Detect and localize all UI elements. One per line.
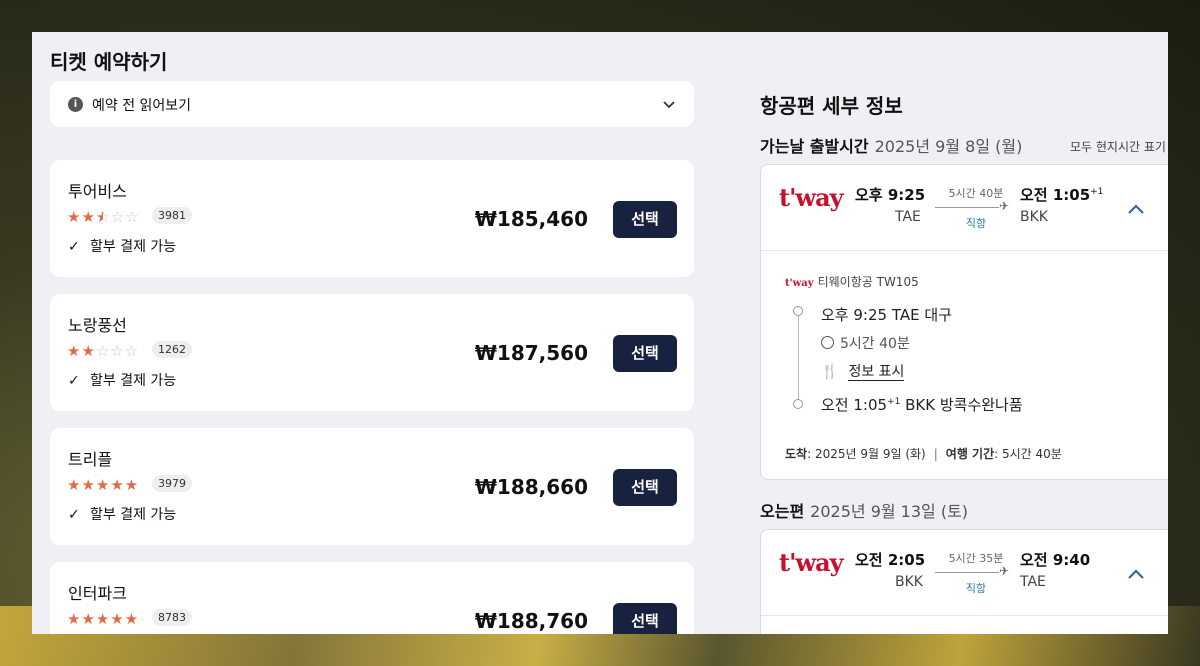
local-time-note: 모두 현지시간 표기 — [1070, 140, 1166, 154]
vendor-name: 투어비스 — [68, 182, 127, 201]
arrival-time: 오전 9:40 — [1020, 551, 1091, 569]
vendor-card: 노랑풍선 ★★☆☆☆ 1262 ✓ 할부 결제 가능 ₩187,560 선택 — [50, 294, 694, 411]
inbound-date: 2025년 9월 13일 (토) — [810, 502, 969, 521]
booking-panel: 티켓 예약하기 i 예약 전 읽어보기 투어비스 ★★★☆☆☆ 3981 ✓ 할부… — [32, 32, 1168, 634]
notice-label: 예약 전 읽어보기 — [92, 98, 192, 114]
installment-note: ✓ 할부 결제 가능 — [68, 370, 176, 390]
route-line — [935, 572, 999, 573]
airplane-icon: ✈ — [999, 199, 1010, 213]
detail-arrival: 오전 1:05+1 BKK 방콕수완나품 — [821, 394, 1023, 415]
arrival-code: BKK — [1020, 209, 1048, 225]
inbound-heading: 오는편 2025년 9월 13일 (토) — [760, 498, 968, 522]
inbound-label: 오는편 — [760, 502, 805, 521]
pre-booking-notice-accordion[interactable]: i 예약 전 읽어보기 — [50, 81, 694, 127]
info-icon: i — [68, 97, 83, 112]
chevron-up-icon[interactable] — [1125, 199, 1147, 221]
detail-duration: 5시간 40분 — [821, 333, 910, 353]
detail-duration-value: 5시간 40분 — [840, 336, 910, 352]
review-count-badge: 8783 — [152, 609, 192, 626]
detail-departure: 오후 9:25 TAE 대구 — [821, 306, 952, 324]
tway-logo: t'way — [779, 548, 844, 577]
rating-stars: ★★☆☆☆ — [67, 342, 140, 360]
divider — [761, 615, 1168, 616]
select-button[interactable]: 선택 — [613, 335, 677, 372]
tway-logo: t'way — [779, 183, 844, 212]
chevron-up-icon[interactable] — [1125, 564, 1147, 586]
trip-length-label: 여행 기간 — [945, 447, 995, 461]
check-icon: ✓ — [68, 507, 80, 523]
installment-label: 할부 결제 가능 — [90, 239, 177, 255]
vendor-card: 트리플 ★★★★★ 3979 ✓ 할부 결제 가능 ₩188,660 선택 — [50, 428, 694, 545]
vendor-card: 투어비스 ★★★☆☆☆ 3981 ✓ 할부 결제 가능 ₩185,460 선택 — [50, 160, 694, 277]
outbound-flight-card: t'way 오후 9:25 TAE 5시간 40분 ✈ 직항 오전 1:05+1… — [760, 164, 1168, 480]
route-line — [935, 207, 999, 208]
airplane-icon: ✈ — [999, 564, 1010, 578]
arrival-value: : 2025년 9월 9일 (화) — [807, 447, 926, 461]
detail-airline: t'way 티웨이항공 TW105 — [785, 273, 919, 290]
separator: | — [933, 447, 938, 461]
cutlery-icon: 🍴 — [821, 364, 839, 380]
installment-label: 할부 결제 가능 — [90, 373, 177, 389]
next-day-marker: +1 — [1090, 187, 1104, 197]
rating-stars: ★★★☆☆☆ — [67, 208, 140, 226]
tway-mini-logo: t'way — [785, 278, 814, 289]
vendor-name: 트리플 — [68, 450, 113, 469]
check-icon: ✓ — [68, 239, 80, 255]
rating-stars: ★★★★★ — [67, 476, 140, 494]
timeline-dot — [793, 306, 803, 316]
direct-label: 직항 — [965, 217, 987, 230]
outbound-label: 가는날 출발시간 — [760, 137, 869, 156]
departure-code: TAE — [895, 209, 921, 225]
select-button[interactable]: 선택 — [613, 469, 677, 506]
chevron-down-icon — [663, 101, 675, 109]
review-count-badge: 3979 — [152, 475, 192, 492]
meal-info-link[interactable]: 정보 표시 — [848, 364, 905, 381]
select-button[interactable]: 선택 — [613, 201, 677, 238]
arrival-time: 오전 1:05+1 — [1020, 184, 1103, 205]
price: ₩188,660 — [474, 475, 588, 499]
arrival-time-value: 오전 1:05 — [1020, 186, 1091, 204]
vendor-name: 노랑풍선 — [68, 316, 127, 335]
flight-details-title: 항공편 세부 정보 — [760, 94, 903, 118]
review-count-badge: 3981 — [152, 207, 192, 224]
airline-flight-number: 티웨이항공 TW105 — [817, 275, 919, 289]
check-icon: ✓ — [68, 373, 80, 389]
outbound-heading: 가는날 출발시간 2025년 9월 8일 (월) — [760, 133, 1022, 157]
departure-code: BKK — [895, 574, 923, 590]
meal-info: 🍴 정보 표시 — [821, 361, 905, 381]
detail-arrival-airport: BKK 방콕수완나품 — [905, 396, 1023, 414]
price: ₩188,760 — [474, 609, 588, 633]
trip-summary: 도착: 2025년 9월 9일 (화) | 여행 기간: 5시간 40분 — [785, 445, 1062, 462]
review-count-badge: 1262 — [152, 341, 192, 358]
installment-note: ✓ 할부 결제 가능 — [68, 236, 176, 256]
installment-label: 할부 결제 가능 — [90, 507, 177, 523]
vendor-name: 인터파크 — [68, 584, 127, 603]
arrival-label: 도착 — [785, 447, 808, 461]
select-button[interactable]: 선택 — [613, 603, 677, 634]
timeline-line — [798, 313, 799, 405]
divider — [761, 250, 1168, 251]
price: ₩185,460 — [474, 207, 588, 231]
installment-note: ✓ 할부 결제 가능 — [68, 504, 176, 524]
outbound-date: 2025년 9월 8일 (월) — [874, 137, 1023, 156]
clock-icon — [821, 336, 834, 349]
arrival-code: TAE — [1020, 574, 1046, 590]
page-title: 티켓 예약하기 — [50, 50, 168, 74]
direct-label: 직항 — [965, 582, 987, 595]
timeline-dot — [793, 399, 803, 409]
detail-arrival-time: 오전 1:05 — [821, 396, 888, 414]
vendor-card: 인터파크 ★★★★★ 8783 ₩188,760 선택 — [50, 562, 694, 634]
price: ₩187,560 — [474, 341, 588, 365]
departure-time: 오후 9:25 — [855, 186, 926, 204]
inbound-flight-card: t'way 오전 2:05 BKK 5시간 35분 ✈ 직항 오전 9:40 T… — [760, 529, 1168, 634]
next-day-marker: +1 — [887, 397, 901, 407]
rating-stars: ★★★★★ — [67, 610, 140, 628]
departure-time: 오전 2:05 — [855, 551, 926, 569]
trip-length-value: : 5시간 40분 — [994, 447, 1062, 461]
